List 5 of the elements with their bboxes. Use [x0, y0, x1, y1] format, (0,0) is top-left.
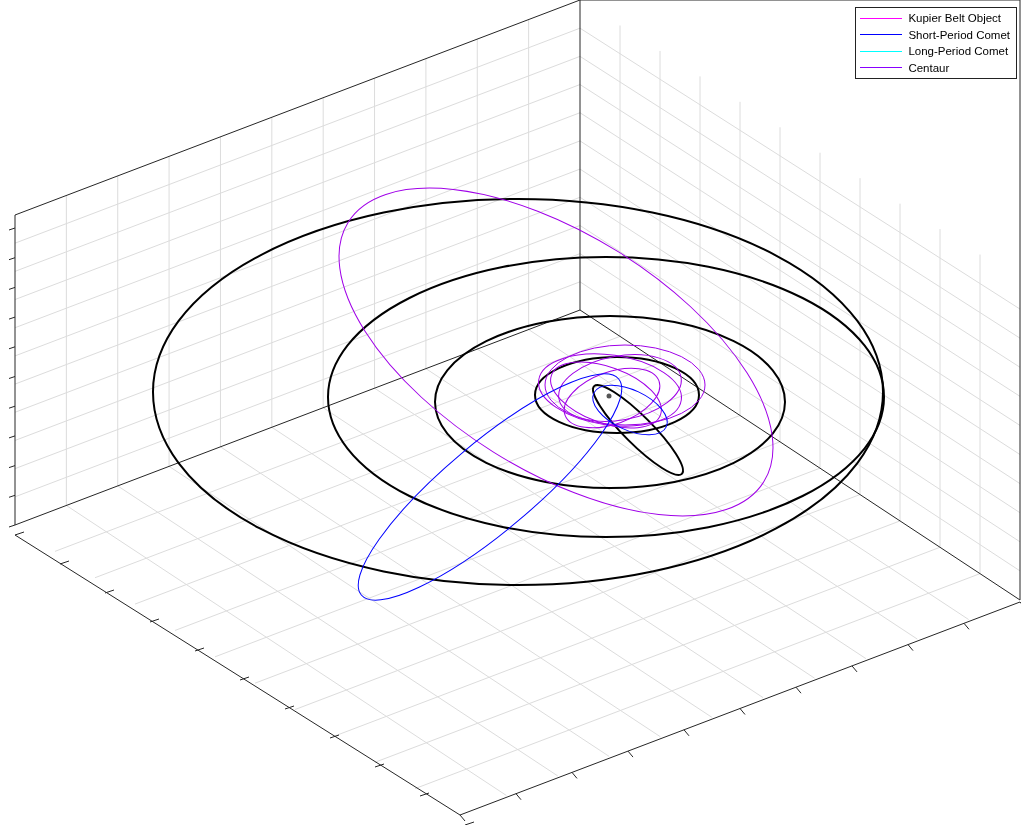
legend-label: Centaur: [908, 61, 950, 74]
legend-label: Short-Period Comet: [908, 28, 1010, 41]
legend-label: Kupier Belt Object: [908, 12, 1002, 25]
legend-label: Long-Period Comet: [908, 45, 1009, 58]
sun-dot: [606, 393, 612, 399]
